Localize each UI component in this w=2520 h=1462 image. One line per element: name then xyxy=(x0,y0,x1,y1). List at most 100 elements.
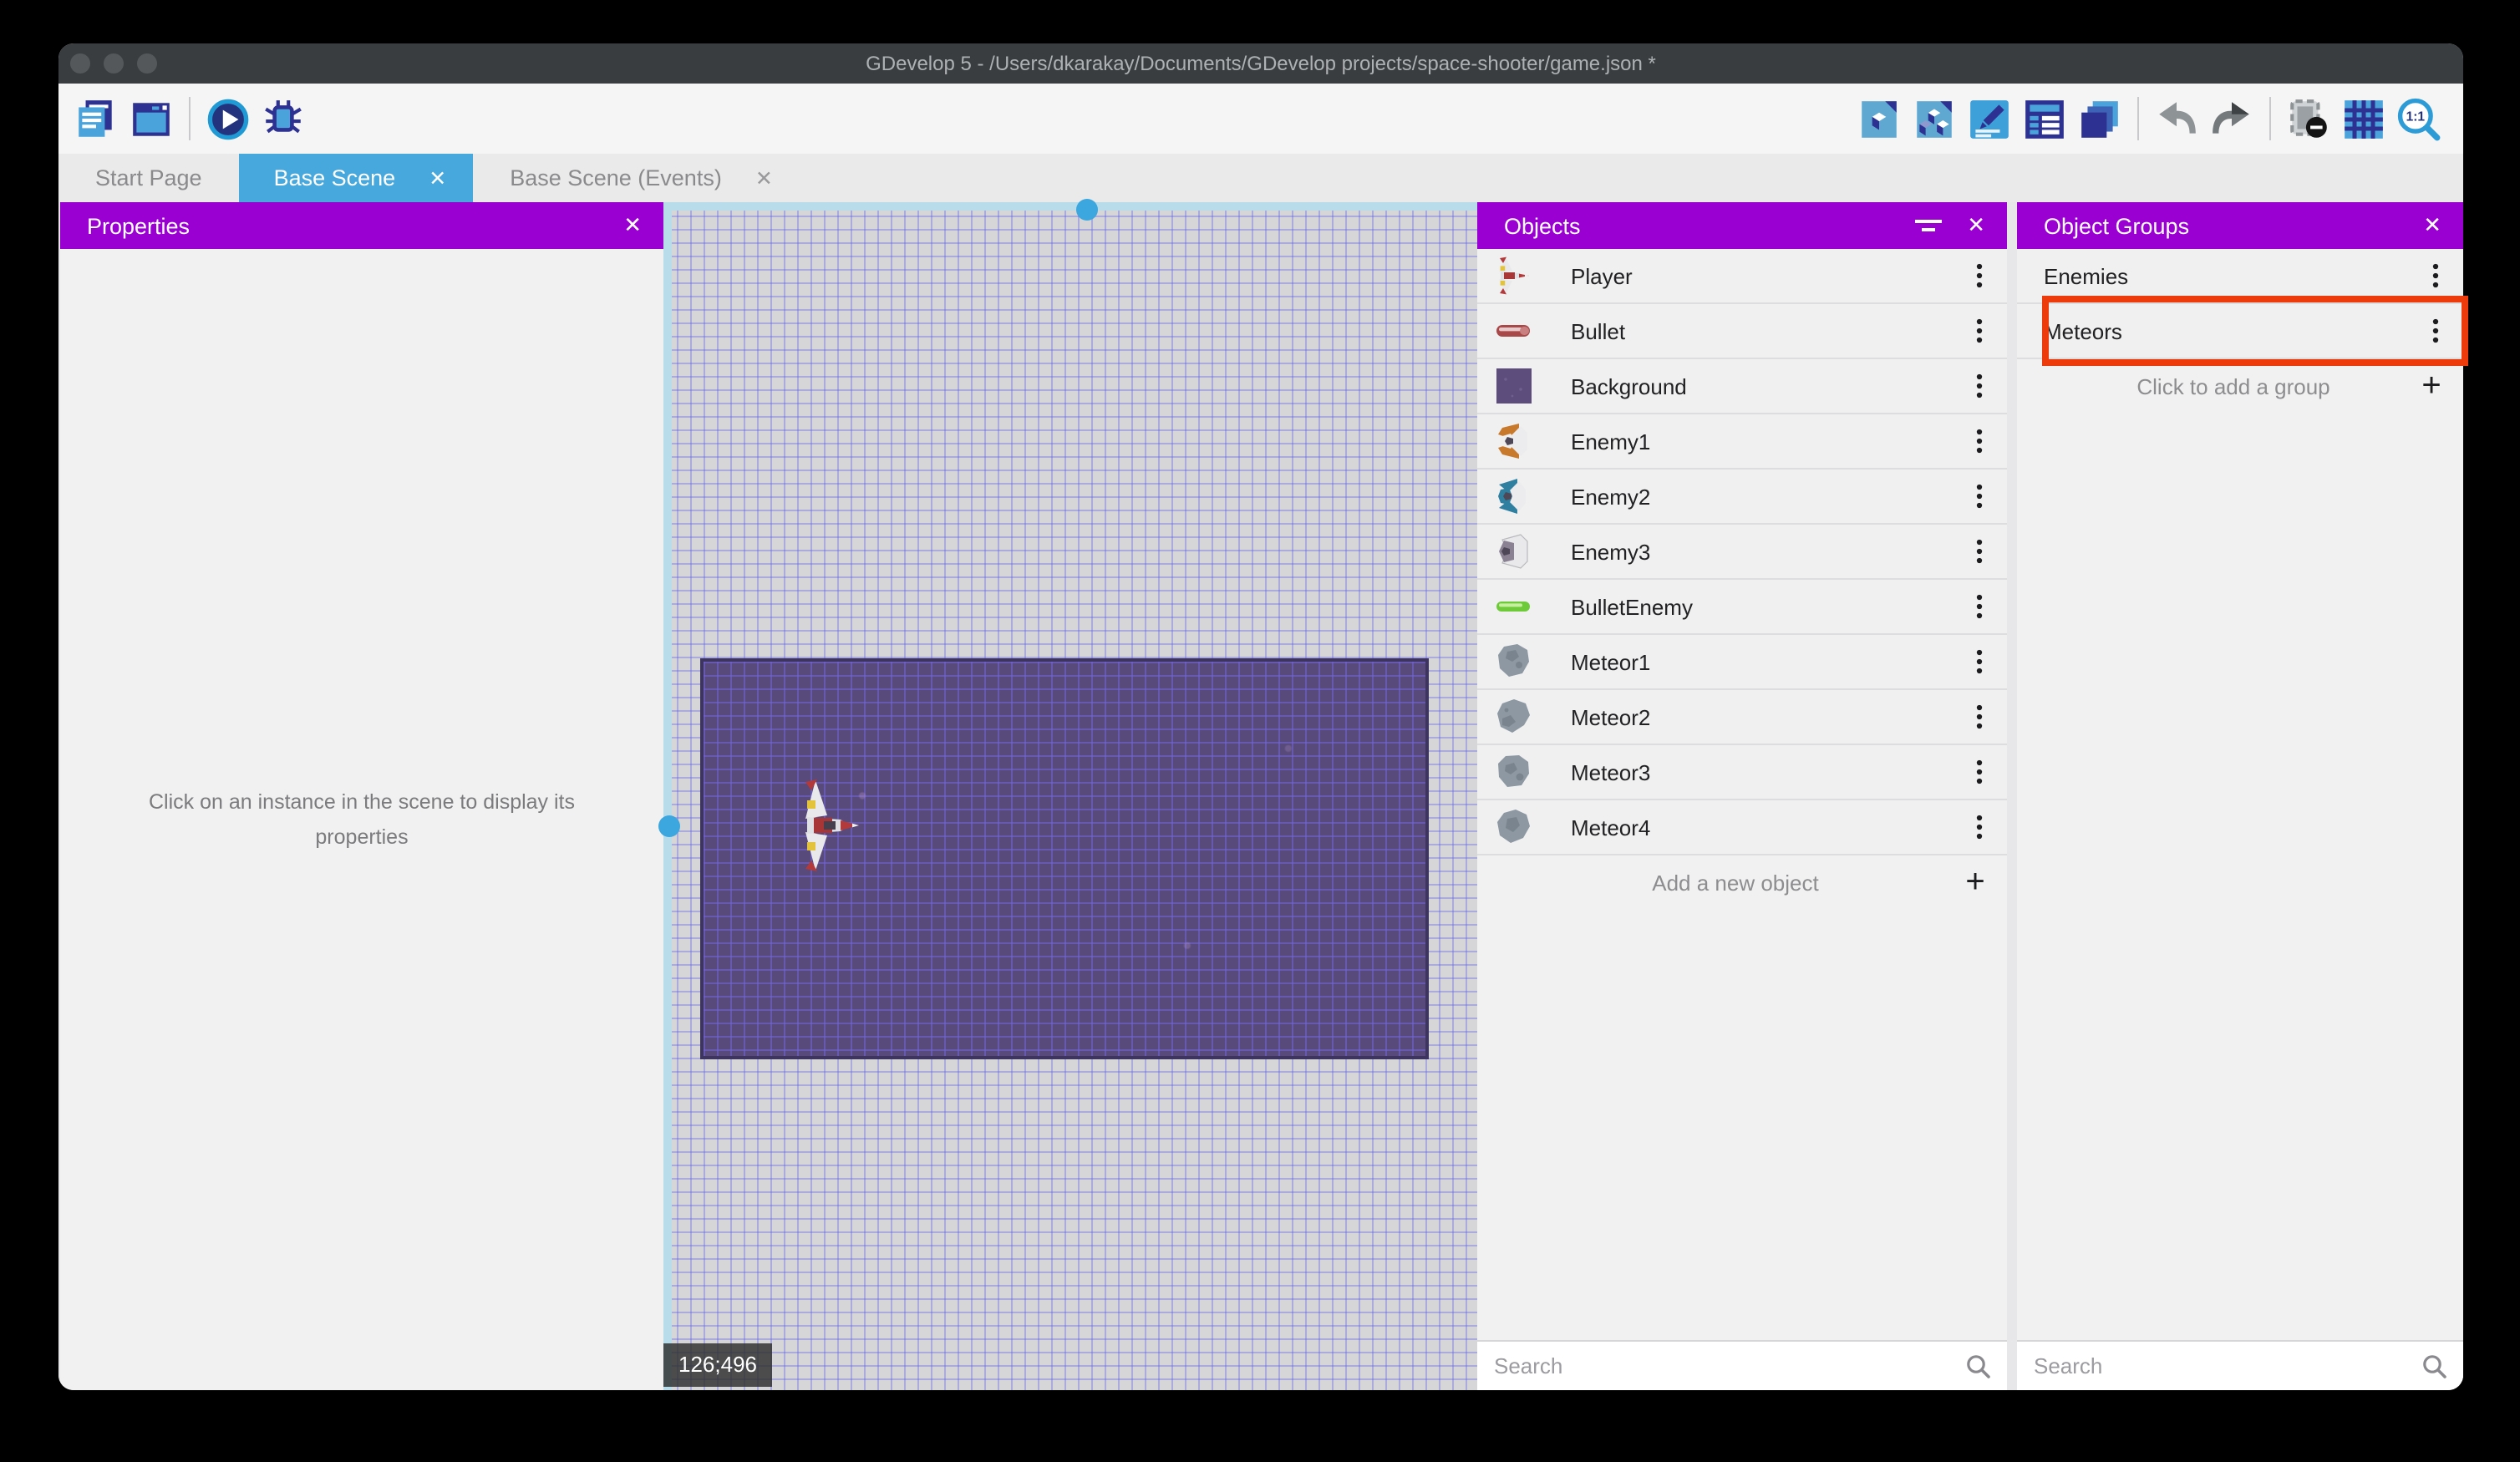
close-icon[interactable]: ✕ xyxy=(1967,212,1985,239)
object-menu-kebab-icon[interactable] xyxy=(1957,812,2000,842)
debug-icon[interactable] xyxy=(256,91,311,146)
object-groups-panel-title: Object Groups xyxy=(2044,213,2190,238)
red-highlight-annotation xyxy=(2042,296,2468,366)
object-row[interactable]: Background xyxy=(1477,359,2007,414)
toolbar-separator xyxy=(2269,97,2271,140)
redo-icon[interactable] xyxy=(2204,91,2259,146)
content-area: Properties ✕ Click on an instance in the… xyxy=(58,199,2463,1390)
main-toolbar: 1:1 xyxy=(58,84,2463,154)
object-name: Enemy3 xyxy=(1571,539,1651,564)
player-ship-sprite[interactable] xyxy=(797,779,864,872)
zoom-original-icon[interactable]: 1:1 xyxy=(2391,91,2446,146)
tab-label: Base Scene (Events) xyxy=(510,165,722,190)
objects-list: Player Bullet Background Enemy1 Enemy2 Enemy3… xyxy=(1477,249,2007,911)
object-row[interactable]: Meteor3 xyxy=(1477,745,2007,800)
object-row[interactable]: Bullet xyxy=(1477,304,2007,359)
vertical-scrollbar[interactable] xyxy=(658,202,680,1390)
start-page-window-icon[interactable] xyxy=(124,91,179,146)
tab-close-icon[interactable]: ✕ xyxy=(429,165,446,190)
group-menu-kebab-icon[interactable] xyxy=(2413,261,2456,291)
object-row[interactable]: BulletEnemy xyxy=(1477,580,2007,635)
object-menu-kebab-icon[interactable] xyxy=(1957,316,2000,346)
bulletred-icon xyxy=(1492,309,1536,353)
enemy2-icon xyxy=(1492,475,1536,518)
meteor1-icon xyxy=(1492,640,1536,683)
window-title: GDevelop 5 - /Users/dkarakay/Documents/G… xyxy=(866,52,1656,75)
tab-base-scene[interactable]: Base Scene ✕ xyxy=(238,154,474,202)
filter-icon[interactable] xyxy=(1913,216,1943,235)
open-objects-editor-icon[interactable] xyxy=(1852,91,1907,146)
objects-panel-header: Objects ✕ xyxy=(1477,202,2007,249)
object-row[interactable]: Meteor1 xyxy=(1477,635,2007,690)
enemy1-icon xyxy=(1492,419,1536,463)
object-groups-search-input[interactable] xyxy=(2017,1352,2421,1380)
object-row[interactable]: Enemy2 xyxy=(1477,470,2007,525)
launch-preview-icon[interactable] xyxy=(201,91,256,146)
object-groups-panel-header: Object Groups ✕ xyxy=(2017,202,2463,249)
object-row[interactable]: Enemy1 xyxy=(1477,414,2007,470)
horizontal-scrollbar-thumb[interactable] xyxy=(1076,199,1098,221)
open-object-groups-editor-icon[interactable] xyxy=(1907,91,1962,146)
open-properties-icon[interactable] xyxy=(1962,91,2017,146)
object-name: Background xyxy=(1571,373,1687,398)
object-menu-kebab-icon[interactable] xyxy=(1957,702,2000,732)
toggle-window-mask-icon[interactable] xyxy=(2281,91,2336,146)
properties-panel-header: Properties ✕ xyxy=(60,202,663,249)
objects-panel: Objects ✕ Player Bullet Background Enemy1 En… xyxy=(1477,202,2007,1390)
gdevelop-window: GDevelop 5 - /Users/dkarakay/Documents/G… xyxy=(58,43,2463,1390)
toggle-grid-icon[interactable] xyxy=(2336,91,2391,146)
title-bar: GDevelop 5 - /Users/dkarakay/Documents/G… xyxy=(58,43,2463,84)
object-groups-panel: Object Groups ✕ Enemies Meteors Click to a… xyxy=(2017,202,2463,1390)
horizontal-scrollbar[interactable] xyxy=(663,199,1477,221)
close-icon[interactable]: ✕ xyxy=(2423,212,2441,239)
bulletgreen-icon xyxy=(1492,585,1536,628)
object-name: BulletEnemy xyxy=(1571,594,1693,619)
objects-search-input[interactable] xyxy=(1477,1352,1965,1380)
object-name: Meteor1 xyxy=(1571,649,1651,674)
object-name: Meteor4 xyxy=(1571,815,1651,840)
plus-icon[interactable]: + xyxy=(1950,864,2000,902)
toolbar-separator xyxy=(189,97,191,140)
screenshot-stage: GDevelop 5 - /Users/dkarakay/Documents/G… xyxy=(0,0,2520,1462)
object-name: Enemy1 xyxy=(1571,429,1651,454)
objects-search-bar xyxy=(1477,1340,2007,1390)
add-label: Add a new object xyxy=(1652,871,1819,896)
object-menu-kebab-icon[interactable] xyxy=(1957,371,2000,401)
object-menu-kebab-icon[interactable] xyxy=(1957,536,2000,566)
vertical-scrollbar-thumb[interactable] xyxy=(658,815,680,837)
properties-panel: Properties ✕ Click on an instance in the… xyxy=(60,202,663,1390)
object-row[interactable]: Player xyxy=(1477,249,2007,304)
object-name: Enemy2 xyxy=(1571,484,1651,509)
scene-canvas[interactable]: 126;496 xyxy=(658,199,1477,1390)
object-name: Player xyxy=(1571,263,1633,288)
properties-panel-body: Click on an instance in the scene to dis… xyxy=(60,249,663,1390)
undo-icon[interactable] xyxy=(2149,91,2204,146)
cursor-coordinates: 126;496 xyxy=(663,1343,772,1387)
group-name: Enemies xyxy=(2044,263,2129,288)
add-object-row[interactable]: Add a new object + xyxy=(1477,855,2007,911)
tab-base-scene-events[interactable]: Base Scene (Events) ✕ xyxy=(473,154,810,202)
properties-empty-message: Click on an instance in the scene to dis… xyxy=(149,789,575,848)
object-row[interactable]: Meteor4 xyxy=(1477,800,2007,855)
object-name: Bullet xyxy=(1571,318,1626,343)
object-menu-kebab-icon[interactable] xyxy=(1957,647,2000,677)
object-menu-kebab-icon[interactable] xyxy=(1957,481,2000,511)
object-menu-kebab-icon[interactable] xyxy=(1957,757,2000,787)
close-icon[interactable]: ✕ xyxy=(623,212,642,239)
svg-text:1:1: 1:1 xyxy=(2406,109,2426,124)
bgsquare-icon xyxy=(1492,364,1536,408)
enemy3-icon xyxy=(1492,530,1536,573)
open-instances-list-icon[interactable] xyxy=(2017,91,2072,146)
tab-start-page[interactable]: Start Page xyxy=(58,154,239,202)
add-group-row[interactable]: Click to add a group + xyxy=(2017,359,2463,414)
project-manager-icon[interactable] xyxy=(69,91,124,146)
editor-tab-bar: Start Page Base Scene ✕ Base Scene (Events)… xyxy=(58,154,2463,202)
object-menu-kebab-icon[interactable] xyxy=(1957,426,2000,456)
open-layers-editor-icon[interactable] xyxy=(2072,91,2127,146)
object-menu-kebab-icon[interactable] xyxy=(1957,591,2000,622)
object-row[interactable]: Enemy3 xyxy=(1477,525,2007,580)
object-menu-kebab-icon[interactable] xyxy=(1957,261,2000,291)
tab-close-icon[interactable]: ✕ xyxy=(755,165,773,190)
object-row[interactable]: Meteor2 xyxy=(1477,690,2007,745)
plus-icon[interactable]: + xyxy=(2406,368,2456,406)
